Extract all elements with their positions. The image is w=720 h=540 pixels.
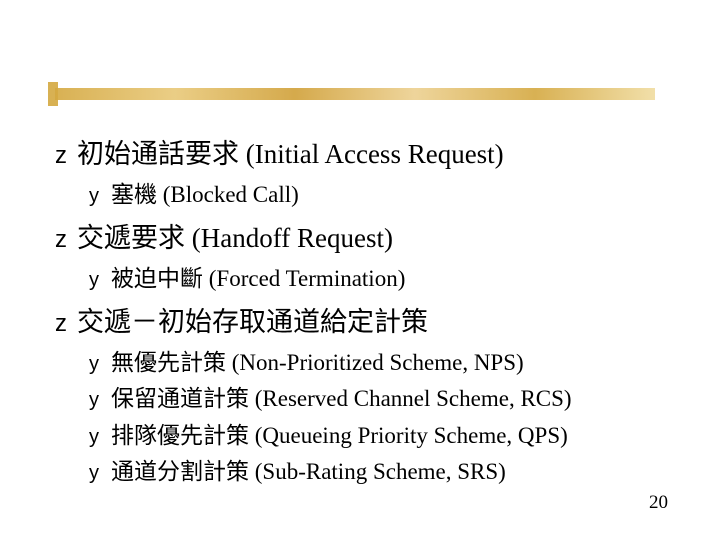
list-item: 初始通話要求 (Initial Access Request) (55, 136, 675, 172)
bullet-icon (55, 224, 77, 256)
list-item: 被迫中斷 (Forced Termination) (89, 262, 675, 295)
list-item: 排隊優先計策 (Queueing Priority Scheme, QPS) (89, 419, 675, 452)
page-number: 20 (649, 492, 668, 514)
bullet-icon (89, 386, 111, 415)
bullet-icon (89, 459, 111, 488)
bullet-icon (89, 350, 111, 379)
list-item: 無優先計策 (Non-Prioritized Scheme, NPS) (89, 346, 675, 379)
item-text: 被迫中斷 (Forced Termination) (111, 266, 405, 291)
item-text: 初始通話要求 (Initial Access Request) (77, 139, 504, 169)
bullet-icon (89, 423, 111, 452)
slide: 初始通話要求 (Initial Access Request) 塞機 (Bloc… (0, 0, 720, 540)
bullet-icon (55, 308, 77, 340)
item-text: 保留通道計策 (Reserved Channel Scheme, RCS) (111, 386, 572, 411)
list-item: 交遞要求 (Handoff Request) (55, 220, 675, 256)
list-item: 通道分割計策 (Sub-Rating Scheme, SRS) (89, 455, 675, 488)
item-text: 交遞－初始存取通道給定計策 (77, 307, 428, 337)
accent-line (55, 88, 655, 100)
item-text: 塞機 (Blocked Call) (111, 182, 299, 207)
item-text: 排隊優先計策 (Queueing Priority Scheme, QPS) (111, 423, 568, 448)
bullet-icon (89, 266, 111, 295)
bullet-icon (89, 182, 111, 211)
bullet-icon (55, 140, 77, 172)
list-item: 保留通道計策 (Reserved Channel Scheme, RCS) (89, 382, 675, 415)
list-item: 交遞－初始存取通道給定計策 (55, 304, 675, 340)
content-body: 初始通話要求 (Initial Access Request) 塞機 (Bloc… (55, 128, 675, 491)
item-text: 交遞要求 (Handoff Request) (77, 223, 393, 253)
item-text: 無優先計策 (Non-Prioritized Scheme, NPS) (111, 350, 524, 375)
list-item: 塞機 (Blocked Call) (89, 178, 675, 211)
item-text: 通道分割計策 (Sub-Rating Scheme, SRS) (111, 459, 506, 484)
